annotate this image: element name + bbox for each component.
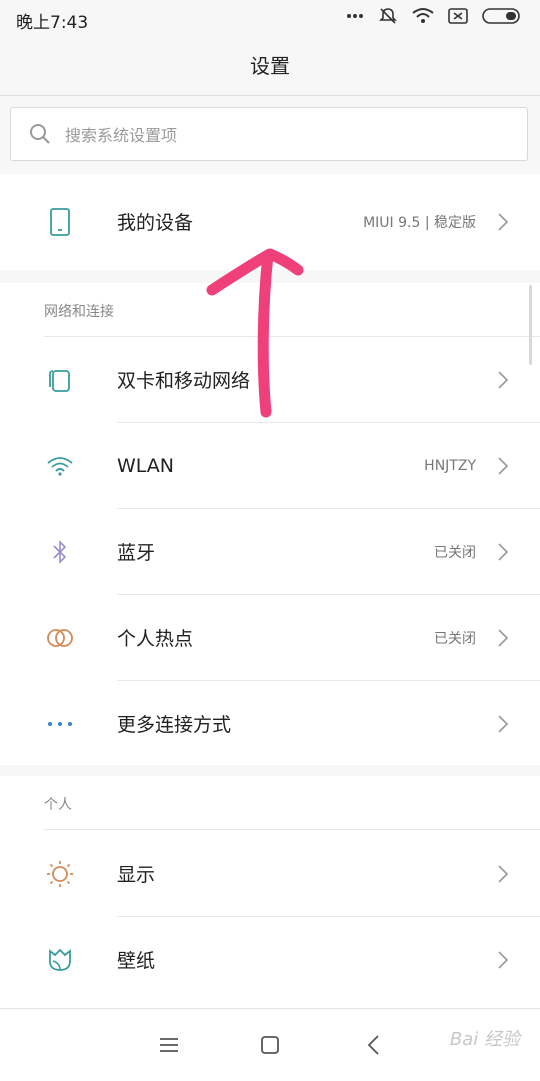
annotation-arrow-icon — [206, 248, 304, 418]
